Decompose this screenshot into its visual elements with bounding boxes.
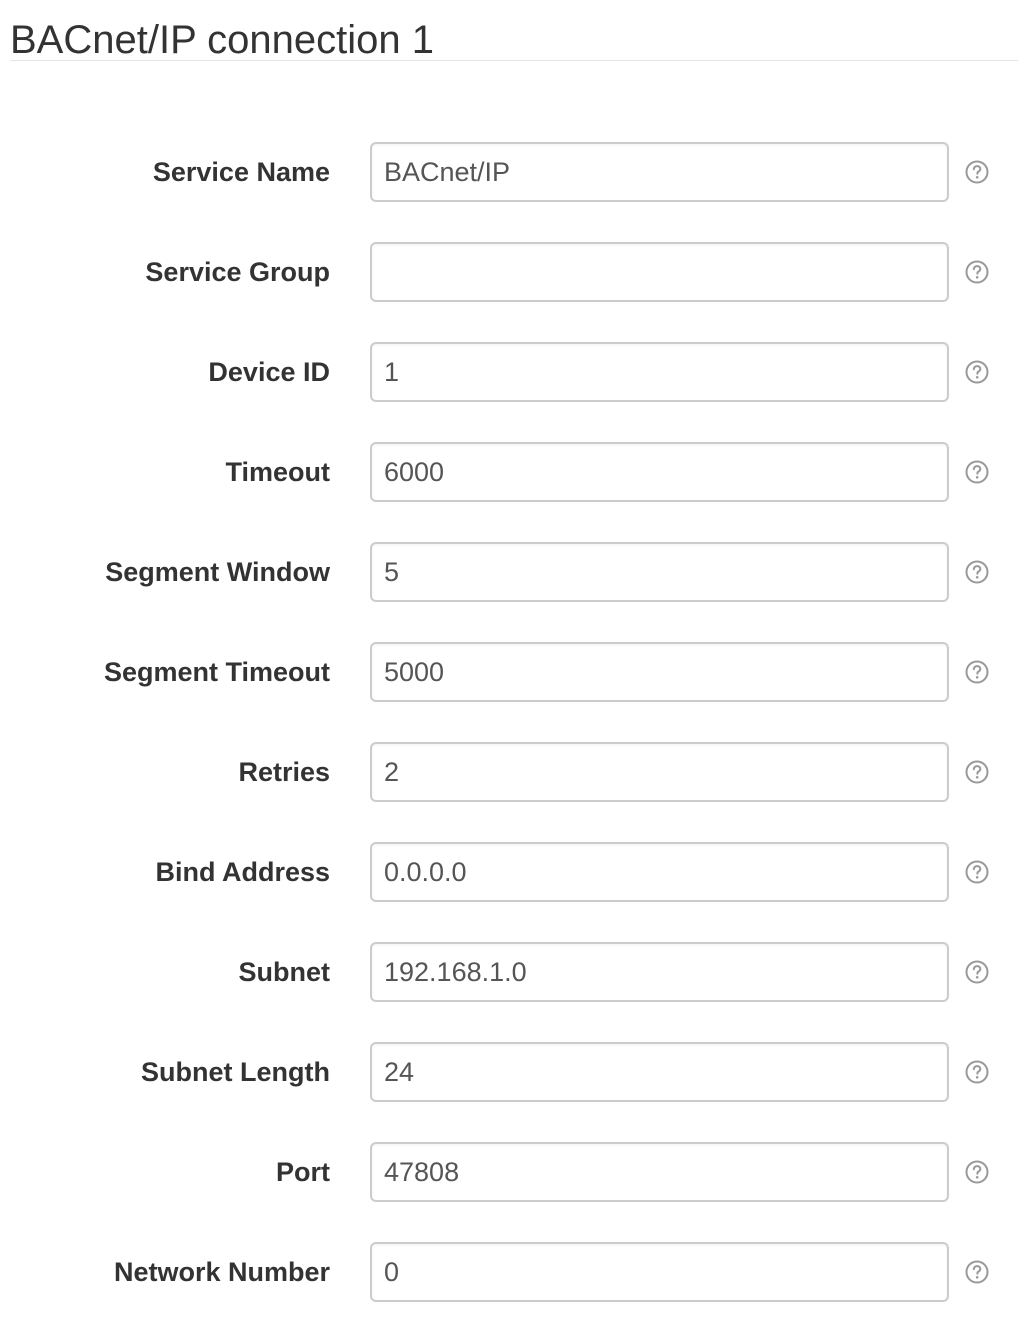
- subnet-input[interactable]: [370, 942, 949, 1002]
- port-label: Port: [276, 1157, 330, 1187]
- question-circle-icon[interactable]: [965, 960, 989, 984]
- question-circle-icon[interactable]: [965, 1060, 989, 1084]
- network-number-label: Network Number: [113, 1257, 330, 1287]
- segment-timeout-input[interactable]: [370, 642, 949, 702]
- bind-address-input[interactable]: [370, 842, 949, 902]
- question-circle-icon[interactable]: [965, 360, 989, 384]
- question-circle-icon[interactable]: [965, 1260, 989, 1284]
- retries-input[interactable]: [370, 742, 949, 802]
- form-row-service-group: Service Group: [0, 242, 1018, 302]
- form-row-timeout: Timeout: [0, 442, 1018, 502]
- form-row-port: Port: [0, 1142, 1018, 1202]
- question-circle-icon[interactable]: [965, 560, 989, 584]
- segment-timeout-label: Segment Timeout: [103, 657, 330, 687]
- subnet-length-label: Subnet Length: [141, 1057, 330, 1087]
- form-row-subnet-length: Subnet Length: [0, 1042, 1018, 1102]
- device-id-label: Device ID: [208, 357, 330, 387]
- segment-window-label: Segment Window: [105, 557, 330, 587]
- form-row-service-name: Service Name: [0, 142, 1018, 202]
- question-circle-icon[interactable]: [965, 860, 989, 884]
- form-row-retries: Retries: [0, 742, 1018, 802]
- question-circle-icon[interactable]: [965, 760, 989, 784]
- retries-label: Retries: [238, 757, 330, 787]
- subnet-label: Subnet: [238, 957, 331, 987]
- form-row-network-number: Network Number: [0, 1242, 1018, 1302]
- bacnet-connection-form: Service Name Service Group Device ID Tim…: [0, 142, 1018, 1342]
- device-id-input[interactable]: [370, 342, 949, 402]
- network-number-input[interactable]: [370, 1242, 949, 1302]
- page-title: BACnet/IP connection 1: [10, 18, 434, 62]
- subnet-length-input[interactable]: [370, 1042, 949, 1102]
- form-row-bind-address: Bind Address: [0, 842, 1018, 902]
- service-group-input[interactable]: [370, 242, 949, 302]
- bind-address-label: Bind Address: [155, 857, 330, 887]
- segment-window-input[interactable]: [370, 542, 949, 602]
- form-row-subnet: Subnet: [0, 942, 1018, 1002]
- port-input[interactable]: [370, 1142, 949, 1202]
- timeout-label: Timeout: [225, 457, 330, 487]
- timeout-input[interactable]: [370, 442, 949, 502]
- service-name-label: Service Name: [152, 157, 330, 187]
- form-row-segment-timeout: Segment Timeout: [0, 642, 1018, 702]
- service-name-input[interactable]: [370, 142, 949, 202]
- question-circle-icon[interactable]: [965, 660, 989, 684]
- form-row-device-id: Device ID: [0, 342, 1018, 402]
- form-row-segment-window: Segment Window: [0, 542, 1018, 602]
- title-divider: [10, 60, 1018, 61]
- question-circle-icon[interactable]: [965, 1160, 989, 1184]
- question-circle-icon[interactable]: [965, 160, 989, 184]
- question-circle-icon[interactable]: [965, 260, 989, 284]
- question-circle-icon[interactable]: [965, 460, 989, 484]
- service-group-label: Service Group: [145, 257, 330, 287]
